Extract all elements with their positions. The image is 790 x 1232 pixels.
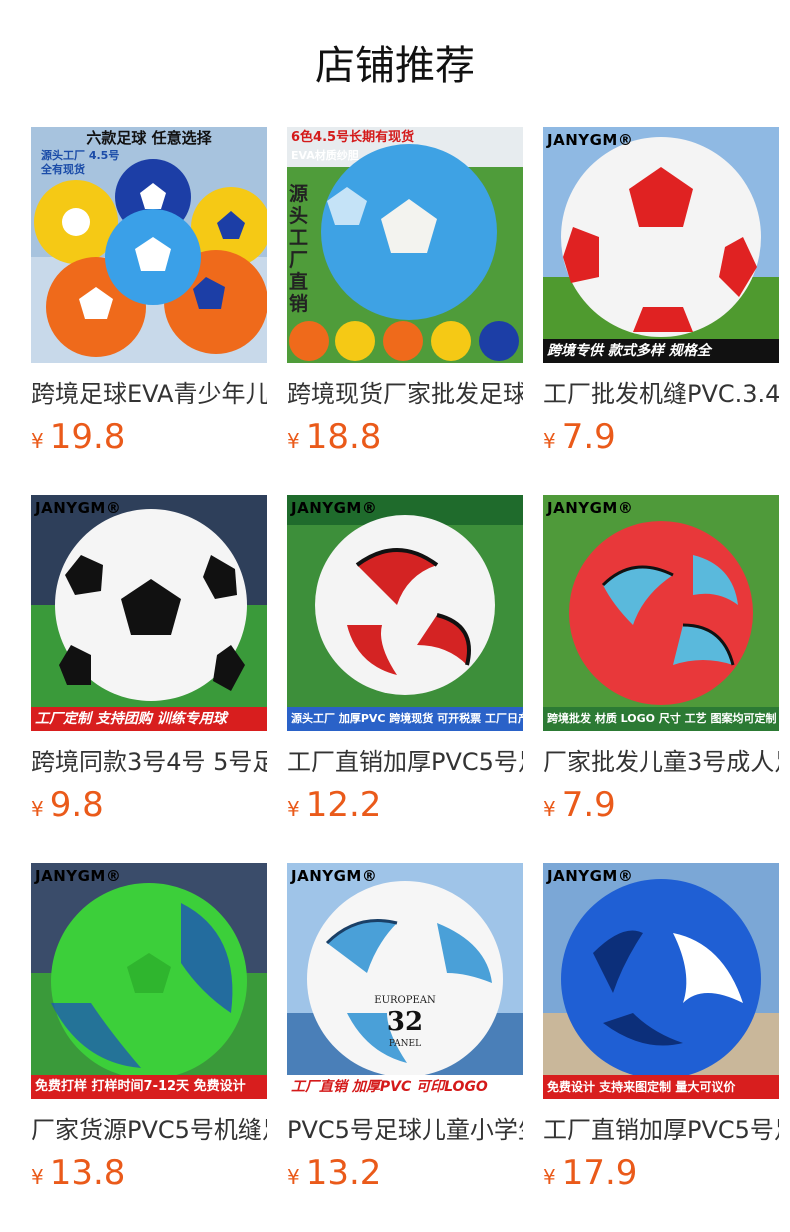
price-value: 7.9 xyxy=(561,785,616,825)
image-caption: 六款足球 任意选择 xyxy=(86,129,212,147)
product-card[interactable]: JANYGM® 跨境批发 材质 LOGO 尺寸 工艺 图案均可定制 厂家批发儿童… xyxy=(543,495,779,825)
product-name[interactable]: 厂家货源PVC5号机缝足球 xyxy=(31,1113,267,1147)
product-image[interactable]: JANYGM® 源头工厂 加厚PVC 跨境现货 可开税票 工厂日产量3000个球 xyxy=(287,495,523,731)
price-value: 19.8 xyxy=(49,417,126,457)
product-name[interactable]: 工厂批发机缝PVC.3.4.5 xyxy=(543,377,779,411)
brand-logo: JANYGM® xyxy=(547,867,634,885)
price-value: 9.8 xyxy=(49,785,104,825)
product-name[interactable]: 跨境足球EVA青少年儿童 xyxy=(31,377,267,411)
brand-logo: JANYGM® xyxy=(291,867,378,885)
product-card[interactable]: 6色4.5号长期有现货 EVA材质纱胆 源头工厂直销 跨境现货厂家批发足球 ¥1… xyxy=(287,127,523,457)
image-banner: 跨境专供 款式多样 规格全 xyxy=(543,339,779,363)
image-caption: 6色4.5号长期有现货 xyxy=(291,130,415,145)
currency-symbol: ¥ xyxy=(287,797,300,821)
product-name[interactable]: 跨境现货厂家批发足球 xyxy=(287,377,523,411)
product-name[interactable]: 厂家批发儿童3号成人足球 xyxy=(543,745,779,779)
ball-print-top: EUROPEAN xyxy=(374,995,436,1006)
currency-symbol: ¥ xyxy=(31,1165,44,1189)
brand-logo: JANYGM® xyxy=(291,499,378,517)
currency-symbol: ¥ xyxy=(287,1165,300,1189)
product-price: ¥13.2 xyxy=(287,1153,381,1193)
product-name[interactable]: 工厂直销加厚PVC5号足球 xyxy=(287,745,523,779)
product-price: ¥9.8 xyxy=(31,785,104,825)
currency-symbol: ¥ xyxy=(543,1165,556,1189)
image-subcaption: 源头工厂 4.5号全有现货 xyxy=(41,149,120,176)
product-price: ¥7.9 xyxy=(543,417,616,457)
currency-symbol: ¥ xyxy=(287,429,300,453)
product-price: ¥19.8 xyxy=(31,417,125,457)
product-name[interactable]: PVC5号足球儿童小学生 xyxy=(287,1113,523,1147)
product-image[interactable]: 六款足球 任意选择 源头工厂 4.5号全有现货 xyxy=(31,127,267,363)
product-image[interactable]: 6色4.5号长期有现货 EVA材质纱胆 源头工厂直销 xyxy=(287,127,523,363)
image-banner: 工厂直销 加厚PVC 可印LOGO xyxy=(287,1075,523,1099)
product-card[interactable]: 六款足球 任意选择 源头工厂 4.5号全有现货 跨境足球EVA青少年儿童 ¥19… xyxy=(31,127,267,457)
brand-logo: JANYGM® xyxy=(35,499,122,517)
price-value: 17.9 xyxy=(561,1153,638,1193)
image-side-caption: 源头工厂直销 xyxy=(289,183,309,315)
image-banner: 免费设计 支持来图定制 量大可议价 xyxy=(543,1075,779,1099)
brand-logo: JANYGM® xyxy=(547,131,634,149)
product-image[interactable]: JANYGM® 工厂定制 支持团购 训练专用球 xyxy=(31,495,267,731)
currency-symbol: ¥ xyxy=(543,797,556,821)
brand-logo: JANYGM® xyxy=(547,499,634,517)
ball-print-number: 32 xyxy=(386,1007,424,1037)
product-card[interactable]: JANYGM® 跨境专供 款式多样 规格全 工厂批发机缝PVC.3.4.5 ¥7… xyxy=(543,127,779,457)
product-price: ¥17.9 xyxy=(543,1153,637,1193)
price-value: 13.8 xyxy=(49,1153,126,1193)
product-card[interactable]: JANYGM® 免费设计 支持来图定制 量大可议价 工厂直销加厚PVC5号足球 … xyxy=(543,863,779,1193)
image-banner: 源头工厂 加厚PVC 跨境现货 可开税票 工厂日产量3000个球 xyxy=(287,707,523,731)
price-value: 13.2 xyxy=(305,1153,382,1193)
product-image[interactable]: JANYGM® EUROPEAN 32 PANEL 工厂直销 加厚PVC 可印L… xyxy=(287,863,523,1099)
product-card[interactable]: JANYGM® 源头工厂 加厚PVC 跨境现货 可开税票 工厂日产量3000个球… xyxy=(287,495,523,825)
page-title: 店铺推荐 xyxy=(315,43,475,89)
product-image[interactable]: JANYGM® 跨境专供 款式多样 规格全 xyxy=(543,127,779,363)
image-banner: 跨境批发 材质 LOGO 尺寸 工艺 图案均可定制 xyxy=(543,707,779,731)
product-image[interactable]: JANYGM® 免费打样 打样时间7-12天 免费设计 xyxy=(31,863,267,1099)
ball-print-bottom: PANEL xyxy=(388,1039,422,1049)
currency-symbol: ¥ xyxy=(543,429,556,453)
product-card[interactable]: JANYGM® 工厂定制 支持团购 训练专用球 跨境同款3号4号 5号足球 ¥9… xyxy=(31,495,267,825)
product-image[interactable]: JANYGM® 跨境批发 材质 LOGO 尺寸 工艺 图案均可定制 xyxy=(543,495,779,731)
product-card[interactable]: JANYGM® 免费打样 打样时间7-12天 免费设计 厂家货源PVC5号机缝足… xyxy=(31,863,267,1193)
product-card[interactable]: JANYGM® EUROPEAN 32 PANEL 工厂直销 加厚PVC 可印L… xyxy=(287,863,523,1193)
product-image[interactable]: JANYGM® 免费设计 支持来图定制 量大可议价 xyxy=(543,863,779,1099)
product-price: ¥12.2 xyxy=(287,785,381,825)
price-value: 12.2 xyxy=(305,785,382,825)
product-price: ¥18.8 xyxy=(287,417,381,457)
product-price: ¥7.9 xyxy=(543,785,616,825)
image-subcaption: EVA材质纱胆 xyxy=(291,149,359,162)
price-value: 7.9 xyxy=(561,417,616,457)
currency-symbol: ¥ xyxy=(31,797,44,821)
product-name[interactable]: 工厂直销加厚PVC5号足球 xyxy=(543,1113,779,1147)
product-name[interactable]: 跨境同款3号4号 5号足球 xyxy=(31,745,267,779)
currency-symbol: ¥ xyxy=(31,429,44,453)
image-banner: 免费打样 打样时间7-12天 免费设计 xyxy=(31,1075,267,1099)
price-value: 18.8 xyxy=(305,417,382,457)
image-banner: 工厂定制 支持团购 训练专用球 xyxy=(31,707,267,731)
product-price: ¥13.8 xyxy=(31,1153,125,1193)
brand-logo: JANYGM® xyxy=(35,867,122,885)
